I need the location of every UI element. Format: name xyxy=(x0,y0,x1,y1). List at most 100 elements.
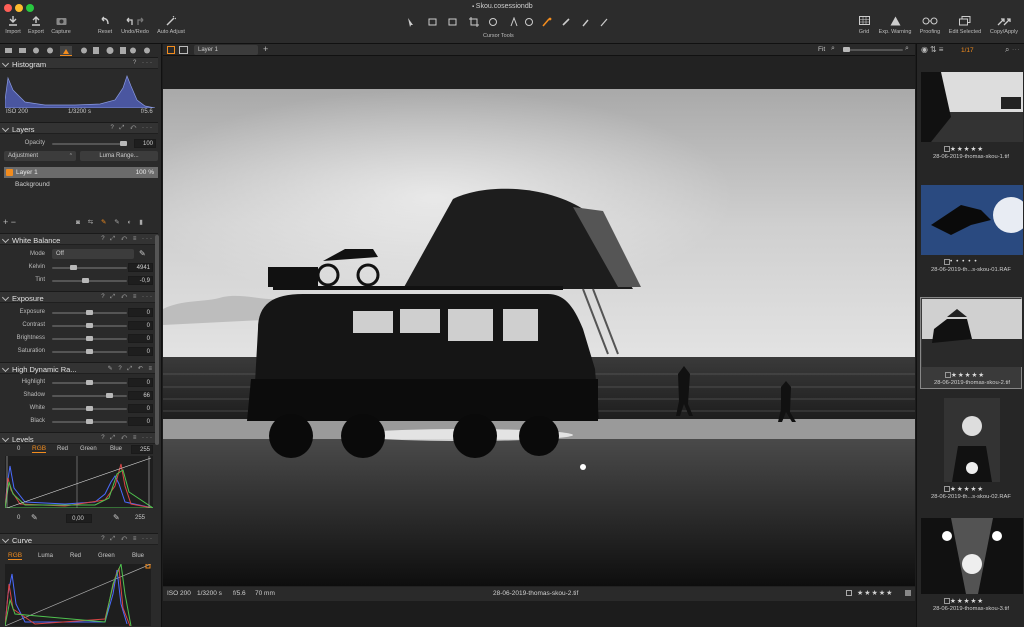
tint-slider-knob[interactable] xyxy=(82,278,89,283)
browser-view-icons[interactable]: ◉⇅≡ xyxy=(921,45,945,54)
zoom-slider[interactable] xyxy=(843,47,903,52)
kelvin-value[interactable]: 4941 xyxy=(128,263,153,272)
curve-tab-blue[interactable]: Blue xyxy=(132,553,144,559)
footer-select-checkbox[interactable] xyxy=(846,590,852,596)
zoom-fit-label[interactable]: Fit xyxy=(818,46,825,53)
viewer-single-view-icon[interactable] xyxy=(179,46,188,54)
white-balance-header[interactable]: White Balance ? ⤢ ↶ ≡ ··· xyxy=(0,233,158,245)
layers-header[interactable]: Layers ? ⤢ ↶ ··· xyxy=(0,122,158,134)
opacity-value[interactable]: 100 xyxy=(134,139,156,148)
loupe-tool-icon[interactable] xyxy=(448,18,457,26)
hdr-row-1-value[interactable]: 66 xyxy=(128,391,153,400)
luma-range-button[interactable]: Luma Range... xyxy=(80,151,158,161)
hdr-row-2-slider-knob[interactable] xyxy=(86,406,93,411)
spot-tool-icon[interactable] xyxy=(525,18,533,26)
pointer-tool-icon[interactable] xyxy=(408,18,413,27)
histogram-menu-icon[interactable]: ? ··· xyxy=(133,60,154,66)
hdr-row-2-slider[interactable] xyxy=(52,406,127,411)
curve-tab-rgb[interactable]: RGB xyxy=(8,552,23,560)
hdr-header[interactable]: High Dynamic Ra... ✎ ? ⤢ ↶ ≡ xyxy=(0,362,158,374)
add-layer-plus-icon[interactable]: + xyxy=(263,44,268,54)
exposure-row-2-slider-knob[interactable] xyxy=(86,336,93,341)
keystone-tool-icon[interactable] xyxy=(510,17,518,27)
thumbnail-5-stars[interactable]: ★★★★★ xyxy=(950,597,1010,605)
undo-redo-button[interactable]: Undo/Redo xyxy=(119,16,151,35)
image-viewer[interactable] xyxy=(163,56,915,587)
export-button[interactable]: Export xyxy=(25,16,47,35)
picker-tool-icon[interactable] xyxy=(582,19,589,27)
hdr-row-3-value[interactable]: 0 xyxy=(128,417,153,426)
minimize-window-button[interactable] xyxy=(15,4,23,12)
hdr-row-2-value[interactable]: 0 xyxy=(128,404,153,413)
thumbnail-2[interactable]: • • • • • 28-06-2019-th...s-skou-01.RAF xyxy=(920,185,1023,275)
levels-midtone-value[interactable]: 0,00 xyxy=(66,514,92,523)
levels-white-picker-icon[interactable]: ✎ xyxy=(113,513,120,522)
pan-tool-icon[interactable] xyxy=(428,18,437,26)
layers-menu-icon[interactable]: ? ⤢ ↶ ··· xyxy=(110,125,154,132)
levels-black-picker-icon[interactable]: ✎ xyxy=(31,513,38,522)
tool-tabs[interactable] xyxy=(2,45,160,56)
curve-tab-red[interactable]: Red xyxy=(70,553,81,559)
thumbnail-1[interactable]: ★★★★★ 28-06-2019-thomas-skou-1.tif xyxy=(920,72,1023,162)
annotate-tool-icon[interactable] xyxy=(600,18,608,27)
hdr-row-1-slider[interactable] xyxy=(52,393,127,398)
exposure-row-2-value[interactable]: 0 xyxy=(128,334,153,343)
zoom-out-icon[interactable]: ⌕ xyxy=(831,45,835,53)
exposure-row-3-slider-knob[interactable] xyxy=(86,349,93,354)
levels-input-low[interactable]: 0 xyxy=(17,446,20,452)
edit-selected-button[interactable]: Edit Selected xyxy=(945,16,985,35)
opacity-slider-knob[interactable] xyxy=(120,141,127,146)
exposure-row-1-value[interactable]: 0 xyxy=(128,321,153,330)
levels-tab-blue[interactable]: Blue xyxy=(110,446,122,452)
levels-histogram[interactable] xyxy=(5,456,153,508)
grid-button[interactable]: Grid xyxy=(853,16,875,35)
hdr-menu-icon[interactable]: ✎ ? ⤢ ↶ ≡ xyxy=(108,365,154,373)
zoom-slider-knob[interactable] xyxy=(843,47,850,52)
layer-row-layer1[interactable]: Layer 1 100 % xyxy=(4,167,158,178)
exposure-menu-icon[interactable]: ? ⤢ ↶ ≡ ··· xyxy=(101,294,154,301)
levels-output-low[interactable]: 0 xyxy=(17,515,20,521)
exposure-row-0-slider[interactable] xyxy=(52,310,127,315)
exposure-row-1-slider-knob[interactable] xyxy=(86,323,93,328)
thumbnail-3-selected[interactable]: ★★★★★ 28-06-2019-thomas-skou-2.tif xyxy=(920,297,1022,389)
opacity-slider[interactable] xyxy=(52,141,127,146)
layer-checkbox[interactable] xyxy=(6,169,13,176)
adjustment-dropdown[interactable]: Adjustment ⌃ xyxy=(4,151,76,161)
kelvin-slider[interactable] xyxy=(52,265,127,270)
brush-tool-icon[interactable] xyxy=(542,17,552,27)
levels-tab-rgb[interactable]: RGB xyxy=(32,445,47,453)
thumbnail-4[interactable]: ★★★★★ 28-06-2019-th...s-skou-02.RAF xyxy=(920,398,1022,503)
hdr-row-3-slider[interactable] xyxy=(52,419,127,424)
tint-value[interactable]: -0,9 xyxy=(128,276,153,285)
capture-button[interactable]: Capture xyxy=(49,16,73,35)
curve-tab-luma[interactable]: Luma xyxy=(38,553,53,559)
exposure-header[interactable]: Exposure ? ⤢ ↶ ≡ ··· xyxy=(0,291,158,303)
thumbnail-1-stars[interactable]: ★★★★★ xyxy=(950,145,1010,153)
main-photo[interactable] xyxy=(163,89,915,586)
thumbnail-4-stars[interactable]: ★★★★★ xyxy=(950,485,1010,493)
kelvin-slider-knob[interactable] xyxy=(70,265,77,270)
footer-color-tag-icon[interactable] xyxy=(905,590,911,596)
browser-search-icon[interactable]: ⌕ ⋯ xyxy=(1005,45,1020,55)
thumbnail-5[interactable]: ★★★★★ 28-06-2019-thomas-skou-3.tif xyxy=(920,518,1023,618)
reset-button[interactable]: Reset xyxy=(95,16,115,35)
thumbnail-3-stars[interactable]: ★★★★★ xyxy=(951,371,1011,379)
wb-picker-icon[interactable]: ✎ xyxy=(139,249,146,258)
thumbnail-2-stars[interactable]: • • • • • xyxy=(950,258,1010,265)
white-balance-menu-icon[interactable]: ? ⤢ ↶ ≡ ··· xyxy=(101,236,154,243)
copy-apply-button[interactable]: Copy/Apply xyxy=(986,16,1022,35)
exposure-row-0-value[interactable]: 0 xyxy=(128,308,153,317)
rotate-tool-icon[interactable] xyxy=(489,18,497,26)
layer-selector-dropdown[interactable]: Layer 1 xyxy=(194,45,258,55)
tint-slider[interactable] xyxy=(52,278,127,283)
exposure-row-2-slider[interactable] xyxy=(52,336,127,341)
filter-icon[interactable]: ≡ xyxy=(939,45,946,54)
import-button[interactable]: Import xyxy=(3,16,23,35)
eye-icon[interactable]: ◉ xyxy=(921,45,930,54)
proofing-button[interactable]: Proofing xyxy=(915,16,945,35)
add-layer-icon[interactable]: + − xyxy=(3,217,16,227)
tool-panel-scrollbar[interactable] xyxy=(155,235,159,445)
hdr-row-0-value[interactable]: 0 xyxy=(128,378,153,387)
sort-icon[interactable]: ⇅ xyxy=(930,45,939,54)
viewer-multi-view-icon[interactable] xyxy=(167,46,175,54)
